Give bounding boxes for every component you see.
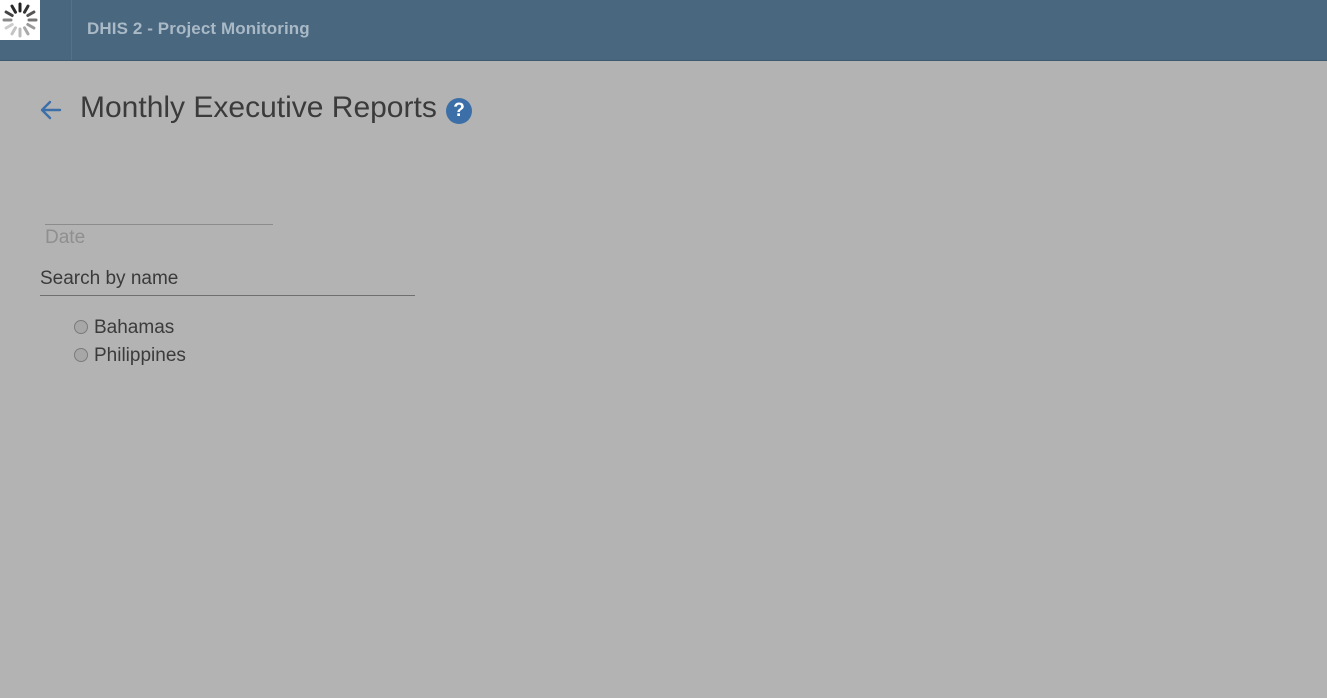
question-mark-icon: ? (453, 100, 465, 121)
app-header: DHIS 2 - Project Monitoring (0, 0, 1327, 61)
org-unit-label: Philippines (94, 345, 186, 366)
date-underline (45, 224, 273, 225)
radio-button[interactable] (74, 348, 88, 362)
back-button[interactable] (36, 95, 64, 123)
loading-spinner-icon (0, 0, 40, 40)
help-button[interactable]: ? (446, 98, 472, 124)
org-unit-item-philippines[interactable]: Philippines (74, 342, 186, 370)
page-title: Monthly Executive Reports (80, 91, 437, 124)
date-label: Date (45, 227, 86, 248)
header-divider (71, 0, 72, 60)
org-unit-item-bahamas[interactable]: Bahamas (74, 314, 186, 342)
org-unit-list: Bahamas Philippines (74, 314, 186, 370)
date-picker[interactable]: Date (45, 201, 273, 251)
main-content: Monthly Executive Reports ? Date Bahamas… (0, 61, 1327, 698)
app-title: DHIS 2 - Project Monitoring (87, 19, 310, 38)
org-unit-label: Bahamas (94, 317, 175, 338)
search-field (40, 263, 415, 299)
arrow-left-icon (40, 100, 62, 120)
radio-button[interactable] (74, 320, 88, 334)
search-input[interactable] (40, 263, 415, 296)
